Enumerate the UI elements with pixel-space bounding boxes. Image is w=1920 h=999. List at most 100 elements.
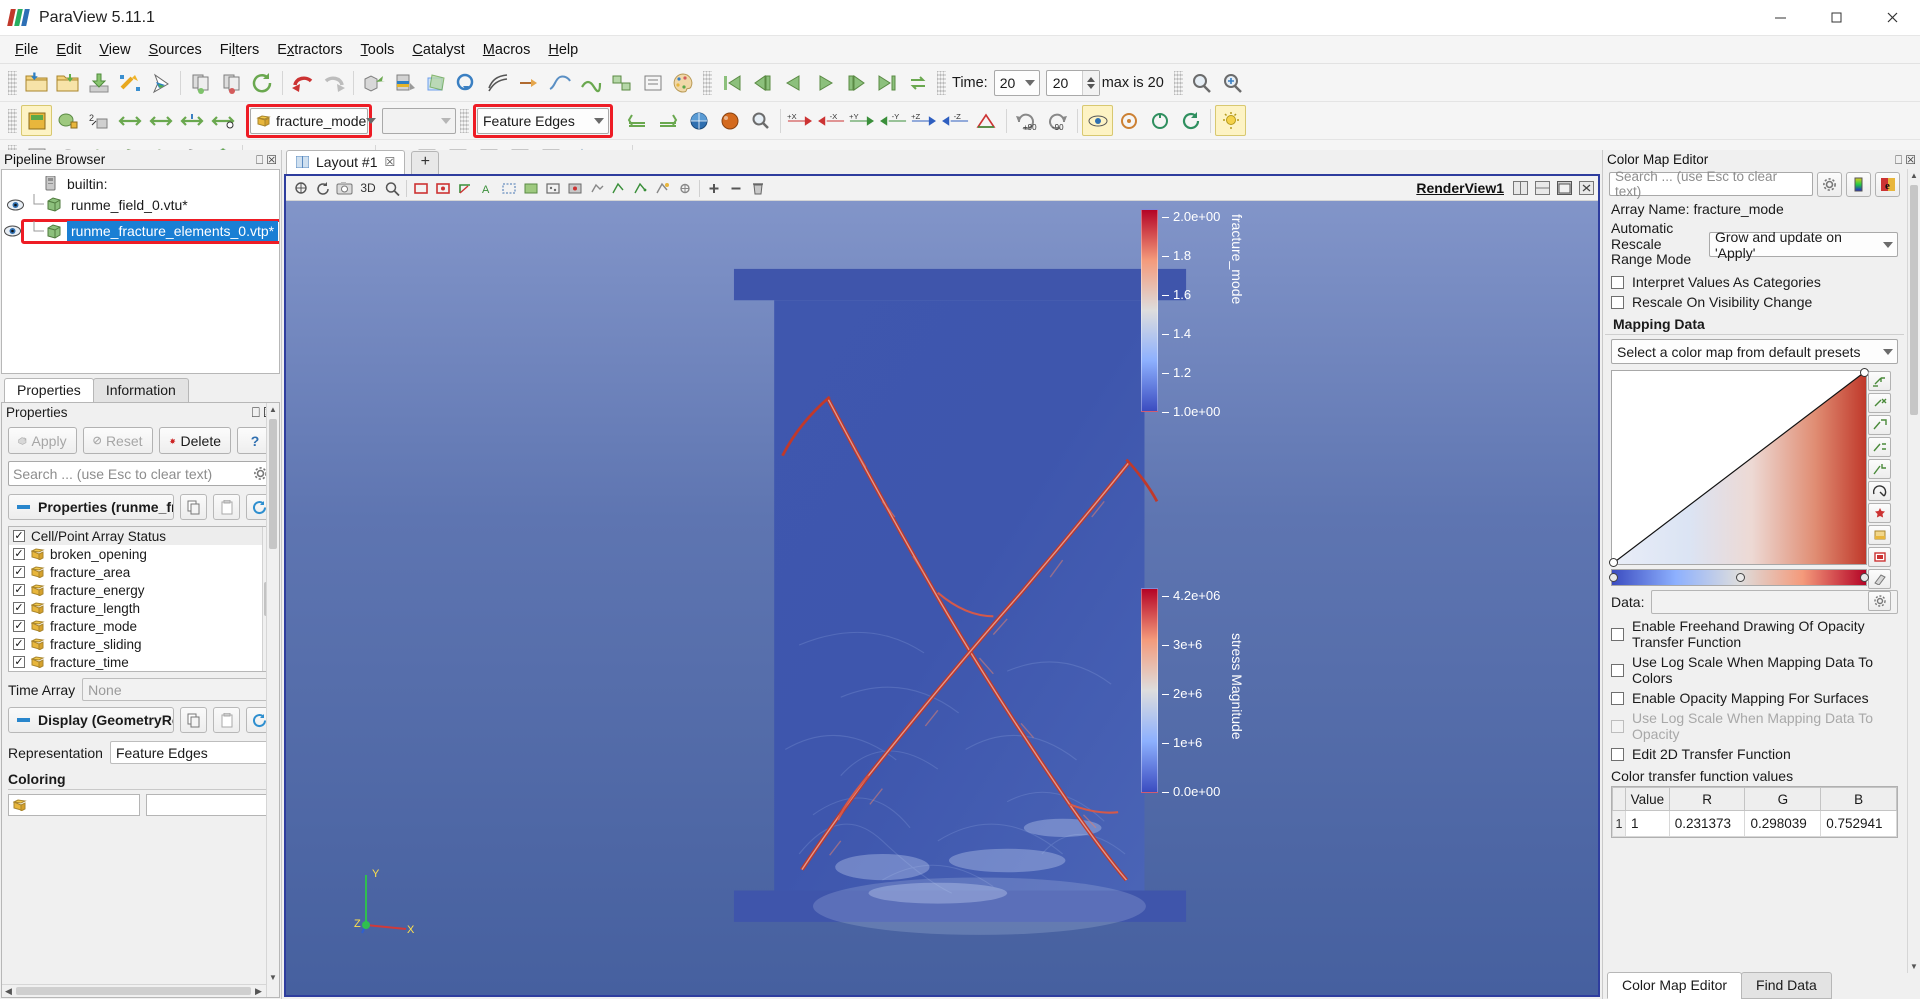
glyph-icon[interactable] — [513, 67, 544, 98]
mode-3d-label[interactable]: 3D — [356, 178, 380, 199]
gear-icon[interactable] — [1868, 591, 1891, 612]
orientation-axes-widget[interactable]: Y X Z — [354, 867, 416, 937]
invert-icon[interactable] — [1868, 437, 1891, 458]
edit-color-icon[interactable]: e — [1875, 171, 1900, 197]
undo-icon[interactable] — [287, 67, 318, 98]
menu-extractors[interactable]: Extractors — [268, 39, 351, 61]
rescale-to-data-icon[interactable] — [652, 105, 683, 136]
array-row-broken-opening[interactable]: ✓ broken_opening — [9, 545, 272, 563]
cme-vertical-scrollbar[interactable]: ▲ ▼ — [1907, 169, 1920, 973]
data-input[interactable] — [1651, 590, 1898, 615]
rescale-data-range-icon[interactable] — [114, 105, 145, 136]
scroll-down-arrow-icon[interactable]: ▼ — [1908, 960, 1920, 973]
open-file-icon[interactable] — [21, 67, 52, 98]
rotation-center-icon[interactable] — [1175, 105, 1206, 136]
coloring-array-selector[interactable] — [8, 794, 140, 816]
minimize-button[interactable] — [1752, 0, 1808, 36]
checkbox-log-scale-colors[interactable] — [1611, 663, 1624, 677]
toolbar-grip-vcr[interactable] — [703, 70, 712, 95]
toolbar-grip-time[interactable] — [937, 70, 946, 95]
tab-find-data[interactable]: Find Data — [1741, 972, 1832, 999]
checkbox-array[interactable]: ✓ — [13, 548, 25, 560]
color-legend-icon[interactable] — [683, 105, 714, 136]
undock-icon[interactable]: ⎕ — [252, 405, 260, 421]
select-polygon-icon[interactable] — [630, 178, 651, 199]
light-kit-icon[interactable] — [1215, 105, 1246, 136]
layout-tab-1[interactable]: Layout #1 ☒ — [286, 150, 406, 174]
pipeline-item-builtin[interactable]: builtin: — [2, 173, 279, 194]
scroll-up-arrow-icon[interactable]: ▲ — [1908, 169, 1920, 182]
enable-freehand-row[interactable]: Enable Freehand Drawing Of Opacity Trans… — [1603, 616, 1906, 652]
zoom-to-box-icon[interactable] — [1187, 67, 1218, 98]
delete-button[interactable]: Delete — [158, 427, 231, 454]
select-cells-through-icon[interactable] — [542, 178, 563, 199]
camera-screenshot-icon[interactable] — [334, 178, 355, 199]
paste-icon[interactable] — [213, 494, 240, 520]
gear-icon[interactable] — [1817, 171, 1842, 197]
warp-icon[interactable] — [575, 67, 606, 98]
toolbar-grip-zoom[interactable] — [1173, 70, 1183, 95]
color-bar-handle-min[interactable] — [1609, 573, 1618, 583]
undock-icon[interactable]: ⎕ — [1895, 154, 1902, 166]
reset-center-icon[interactable] — [1144, 105, 1175, 136]
render-view-canvas[interactable]: 2.0e+00 1.8 1.6 1.4 1.2 1.0e+00 fracture… — [286, 201, 1598, 995]
choose-preset-icon[interactable] — [1868, 481, 1891, 502]
checkbox-array[interactable]: ✓ — [13, 638, 25, 650]
undo-camera-icon[interactable] — [358, 67, 389, 98]
toolbar-grip[interactable] — [8, 70, 17, 95]
menu-sources[interactable]: Sources — [140, 39, 211, 61]
select-points-icon[interactable] — [520, 178, 541, 199]
select-cells-icon[interactable] — [498, 178, 519, 199]
scroll-right-arrow-icon[interactable]: ▶ — [252, 985, 265, 998]
representation-combo[interactable]: Feature Edges — [477, 107, 609, 134]
clear-selection-icon[interactable] — [747, 178, 768, 199]
close-icon[interactable]: ☒ — [385, 155, 396, 169]
plus-x-icon[interactable]: +X — [785, 105, 816, 136]
scroll-up-arrow-icon[interactable]: ▲ — [267, 403, 279, 416]
pick-center-icon[interactable] — [1113, 105, 1144, 136]
select-points-through-icon[interactable] — [564, 178, 585, 199]
array-row-fracture-time[interactable]: ✓ fracture_time — [9, 653, 272, 671]
pipeline-browser[interactable]: builtin: runme_field_0.vtu* runme_fractu… — [1, 169, 280, 374]
color-bar-handle-mid[interactable] — [1736, 573, 1745, 583]
eye-icon[interactable] — [4, 225, 21, 237]
center-axes-icon[interactable] — [1082, 105, 1113, 136]
close-icon[interactable]: ☒ — [266, 154, 277, 166]
split-vertical-icon[interactable] — [1532, 178, 1553, 199]
array-status-header-row[interactable]: ✓ Cell/Point Array Status — [9, 527, 272, 545]
color-transfer-function-table[interactable]: Value R G B 1 1 0.231373 0.298039 0.7529… — [1611, 786, 1898, 839]
maximize-icon[interactable] — [1554, 178, 1575, 199]
checkbox-array[interactable]: ✓ — [13, 620, 25, 632]
center-axes-icon[interactable] — [432, 178, 453, 199]
rescale-mode-combo[interactable]: Grow and update on 'Apply' — [1709, 229, 1898, 261]
scroll-down-arrow-icon[interactable]: ▼ — [267, 971, 279, 984]
array-row-fracture-mode[interactable]: ✓ fracture_mode — [9, 617, 272, 635]
solid-color-icon[interactable] — [52, 105, 83, 136]
play-reverse-icon[interactable] — [778, 67, 809, 98]
spinner-arrows-icon[interactable] — [1081, 70, 1099, 95]
menu-file[interactable]: File — [6, 39, 47, 61]
apply-button[interactable]: Apply — [8, 427, 77, 454]
save-state-icon[interactable] — [145, 67, 176, 98]
ctf-cell-value[interactable]: 1 — [1625, 810, 1670, 838]
array-row-fracture-length[interactable]: ✓ fracture_length — [9, 599, 272, 617]
zoom-to-data-icon[interactable] — [1218, 67, 1249, 98]
stream-tracer-icon[interactable] — [544, 67, 575, 98]
cme-search-input[interactable]: Search ... (use Esc to clear text) — [1609, 169, 1813, 199]
rotate-plus-90-icon[interactable]: +90 — [1011, 105, 1042, 136]
checkbox-array[interactable]: ✓ — [13, 602, 25, 614]
nan-color-icon[interactable] — [1868, 525, 1891, 546]
array-row-fracture-sliding[interactable]: ✓ fracture_sliding — [9, 635, 272, 653]
remove-point-icon[interactable] — [1868, 393, 1891, 414]
copy-icon[interactable] — [180, 494, 207, 520]
sphere-preset-icon[interactable] — [714, 105, 745, 136]
reset-camera-icon[interactable] — [971, 105, 1002, 136]
group-icon[interactable] — [606, 67, 637, 98]
save-screenshot-icon[interactable] — [114, 67, 145, 98]
slice-icon[interactable] — [420, 67, 451, 98]
edit-transfer-icon[interactable] — [1868, 569, 1891, 590]
checkbox-edit-2d-transfer[interactable] — [1611, 747, 1624, 761]
minus-z-icon[interactable]: -Z — [940, 105, 971, 136]
pipeline-item-runme-fracture[interactable]: runme_fracture_elements_0.vtp* — [2, 215, 279, 247]
add-point-icon[interactable] — [1868, 371, 1891, 392]
